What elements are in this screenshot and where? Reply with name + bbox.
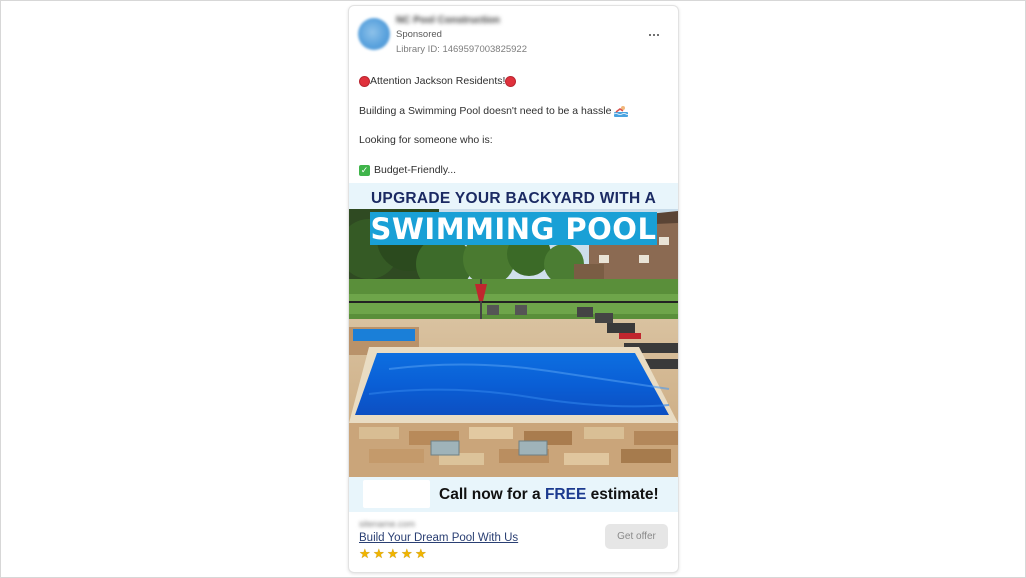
body-line-4-text[interactable]: Budget-Friendly...	[374, 164, 456, 176]
red-circle-icon	[505, 75, 517, 87]
brand-logo	[363, 480, 430, 508]
cta-suffix: estimate!	[586, 486, 659, 503]
cta-prefix: Call now for a	[439, 486, 545, 503]
ad-footer: sitename.com Build Your Dream Pool With …	[349, 512, 678, 572]
creative-cta-text: Call now for a FREE estimate!	[439, 486, 659, 504]
body-line-2: Building a Swimming Pool doesn't need to…	[359, 105, 629, 117]
body-line-1: Attention Jackson Residents!	[359, 75, 517, 87]
star-icon: ★	[401, 546, 413, 561]
pool-photo	[349, 209, 678, 477]
creative-bottom-band: Call now for a FREE estimate!	[349, 477, 678, 512]
more-options-icon[interactable]	[646, 28, 662, 42]
get-offer-button[interactable]: Get offer	[605, 524, 668, 549]
ad-card: NC Pool Construction Sponsored Library I…	[348, 5, 679, 573]
creative-headline-main-box: SWIMMING POOL	[370, 211, 657, 246]
red-circle-icon	[359, 75, 370, 87]
star-icon: ★	[415, 546, 427, 561]
page-name[interactable]: NC Pool Construction	[396, 15, 500, 26]
cta-free: FREE	[544, 486, 587, 503]
ad-creative-image[interactable]: UPGRADE YOUR BACKYARD WITH A SWIMMING PO…	[349, 183, 678, 512]
star-icon: ★	[373, 546, 385, 561]
body-line-2-text: Building a Swimming Pool doesn't need to…	[359, 105, 612, 117]
check-mark-icon: ✓	[359, 164, 370, 176]
page-avatar[interactable]	[358, 18, 390, 50]
body-line-3: Looking for someone who is:	[359, 134, 493, 146]
swimmer-icon	[614, 106, 629, 117]
body-line-3-text: Looking for someone who is:	[359, 134, 493, 146]
star-icon: ★	[359, 546, 371, 561]
creative-headline-main: SWIMMING POOL	[370, 211, 657, 246]
link-domain: sitename.com	[359, 519, 416, 529]
link-title[interactable]: Build Your Dream Pool With Us	[359, 532, 518, 544]
ad-header: NC Pool Construction Sponsored Library I…	[349, 6, 678, 66]
library-id: Library ID: 1469597003825922	[396, 44, 527, 55]
star-icon: ★	[387, 546, 399, 561]
creative-headline-top: UPGRADE YOUR BACKYARD WITH A	[370, 190, 657, 207]
body-line-1-text: Attention Jackson Residents!	[370, 75, 506, 87]
body-line-4: ✓ Budget-Friendly...	[359, 164, 456, 176]
sponsored-label: Sponsored	[396, 29, 442, 40]
star-rating: ★ ★ ★ ★ ★	[359, 547, 428, 560]
